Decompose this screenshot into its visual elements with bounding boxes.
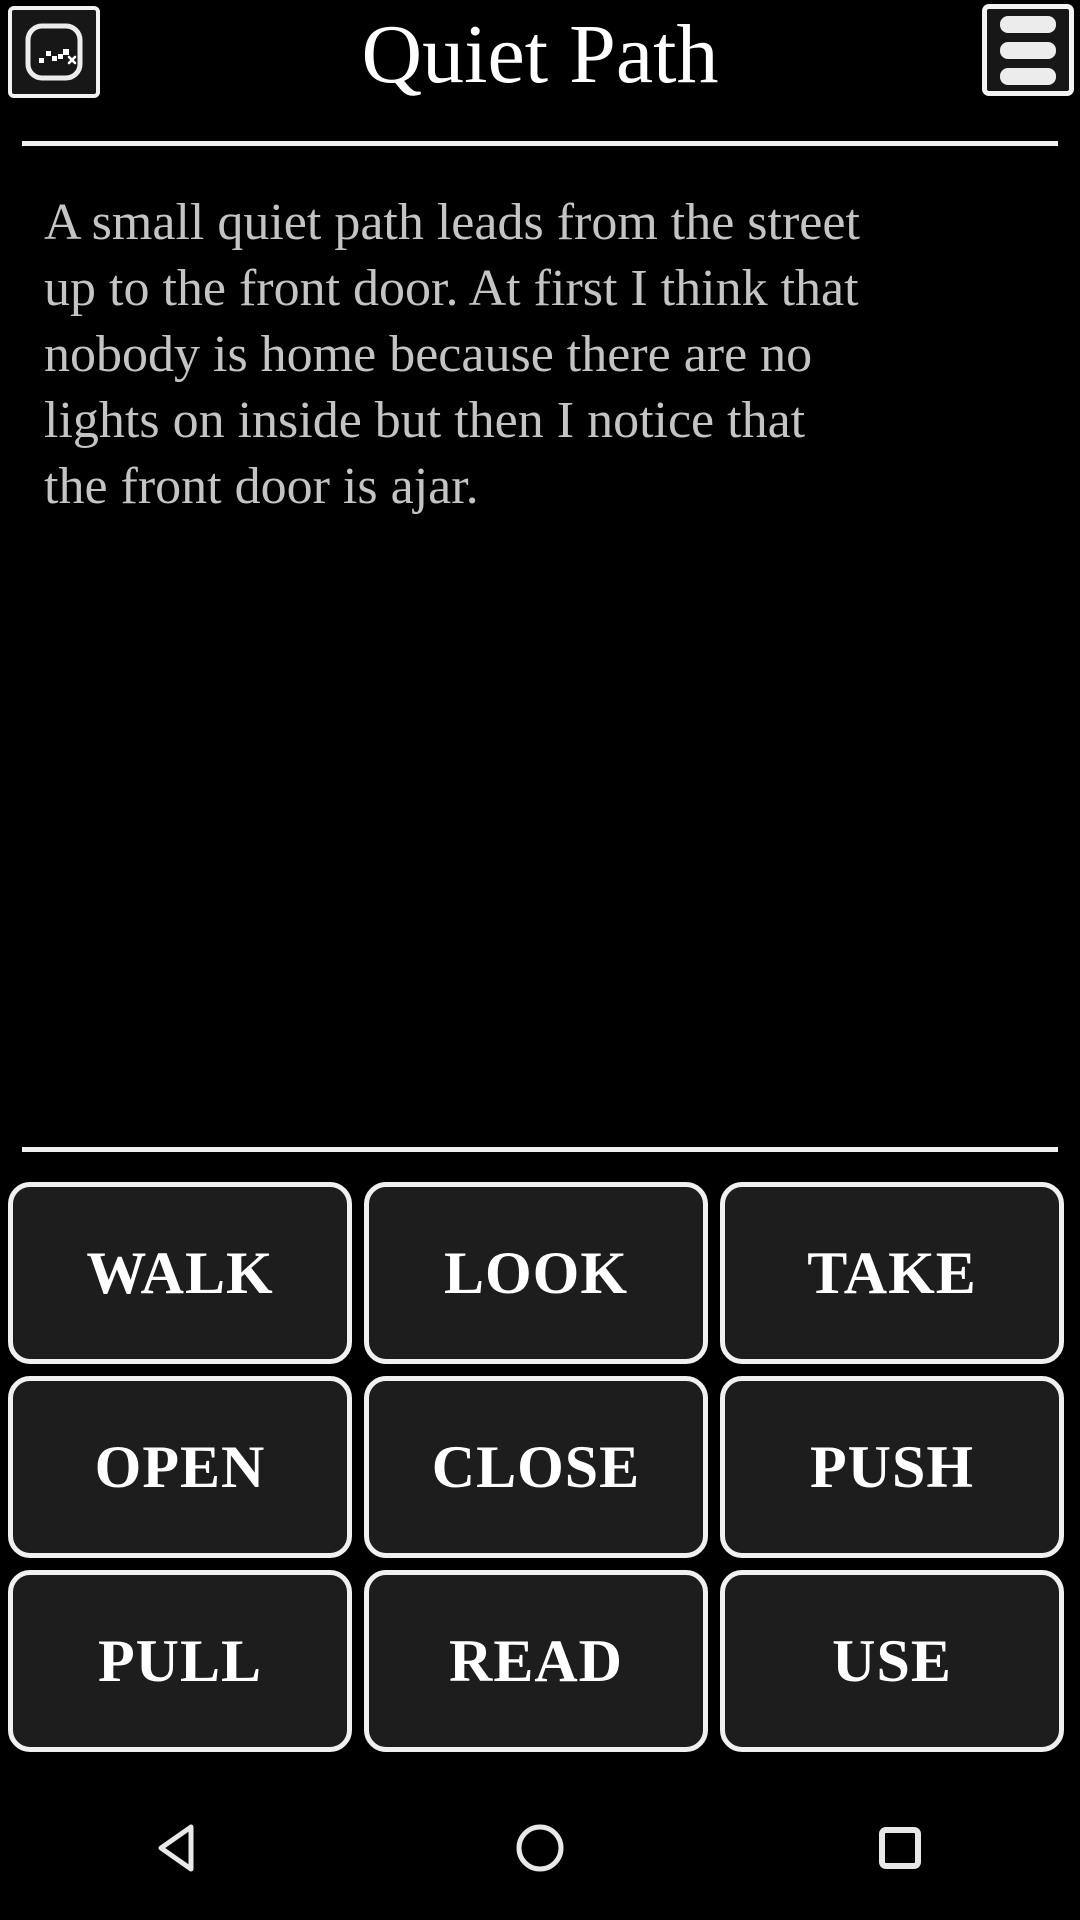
verb-button-walk[interactable]: WALK (8, 1182, 352, 1364)
app-header: Quiet Path (0, 0, 1080, 110)
verb-button-pull[interactable]: PULL (8, 1570, 352, 1752)
verb-button-open[interactable]: OPEN (8, 1376, 352, 1558)
header-divider (22, 141, 1058, 146)
nav-back-button[interactable] (0, 1817, 360, 1884)
android-navigation-bar (0, 1780, 1080, 1920)
verb-button-close[interactable]: CLOSE (364, 1376, 708, 1558)
page-title: Quiet Path (361, 8, 719, 101)
menu-bar-top (1000, 15, 1056, 33)
nav-recents-button[interactable] (720, 1820, 1080, 1881)
nav-home-button[interactable] (360, 1819, 720, 1882)
circle-home-icon (511, 1819, 569, 1882)
hamburger-menu-icon (1000, 15, 1056, 85)
verb-button-use[interactable]: USE (720, 1570, 1064, 1752)
triangle-back-icon (149, 1817, 211, 1884)
square-recents-icon (872, 1820, 928, 1881)
story-text: A small quiet path leads from the street… (44, 194, 860, 516)
verb-button-take[interactable]: TAKE (720, 1182, 1064, 1364)
menu-button[interactable] (982, 4, 1074, 96)
menu-bar-middle (1000, 41, 1056, 59)
menu-bar-bottom (1000, 67, 1056, 85)
verb-button-look[interactable]: LOOK (364, 1182, 708, 1364)
game-screen: Quiet Path A small quiet path leads from… (0, 0, 1080, 1920)
verb-button-push[interactable]: PUSH (720, 1376, 1064, 1558)
verb-grid: WALK LOOK TAKE OPEN CLOSE PUSH PULL READ… (8, 1182, 1064, 1752)
verbs-divider (22, 1147, 1058, 1152)
verb-button-read[interactable]: READ (364, 1570, 708, 1752)
